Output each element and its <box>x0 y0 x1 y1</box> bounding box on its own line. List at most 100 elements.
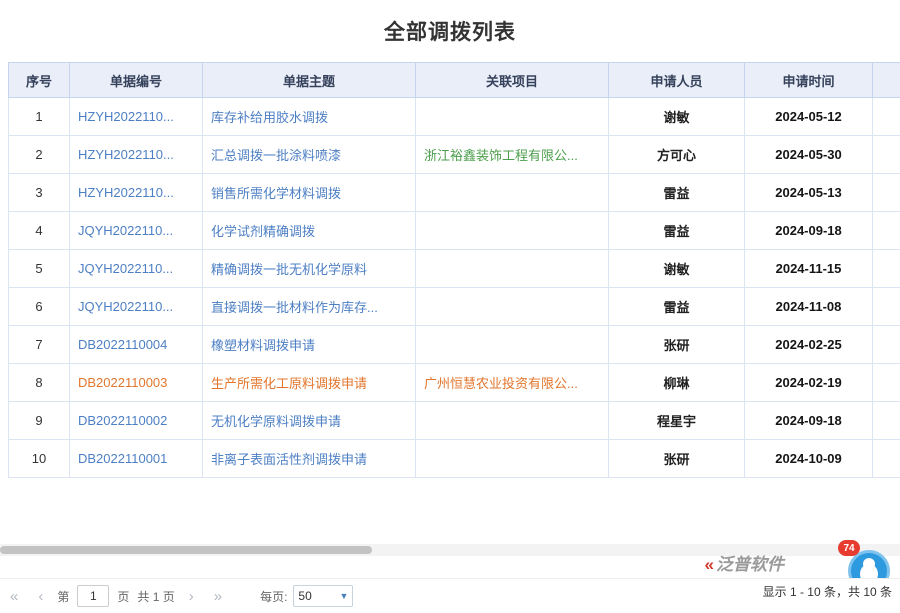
subject-link[interactable]: 库存补给用胶水调拨 <box>211 110 328 125</box>
last-page-button[interactable]: » <box>214 589 222 604</box>
code-link[interactable]: HZYH2022110... <box>78 147 174 162</box>
project-link[interactable]: 广州恒慧农业投资有限公... <box>424 376 578 391</box>
project-cell <box>416 250 609 288</box>
column-header-no[interactable]: 序号 <box>9 63 70 98</box>
project-link[interactable]: 浙江裕鑫装饰工程有限公... <box>424 148 578 163</box>
table-row: 1HZYH2022110...库存补给用胶水调拨谢敏2024-05-12谢敏 <box>9 98 900 136</box>
no-cell: 4 <box>9 212 70 250</box>
project-cell <box>416 402 609 440</box>
per-page-value: 50 <box>298 589 311 603</box>
subject-link[interactable]: 汇总调拨一批涂料喷漆 <box>211 148 341 163</box>
subject-link[interactable]: 化学试剂精确调拨 <box>211 224 315 239</box>
subject-link[interactable]: 销售所需化学材料调拨 <box>211 186 341 201</box>
subject-cell: 橡塑材料调拨申请 <box>203 326 416 364</box>
applicant-cell: 张研 <box>609 440 745 478</box>
transfer-table: 序号单据编号单据主题关联项目申请人员申请时间审核人员 1HZYH2022110.… <box>8 62 900 478</box>
page-title: 全部调拨列表 <box>0 0 900 58</box>
applicant-cell: 雷益 <box>609 174 745 212</box>
auditor-cell: 胡建 <box>873 440 900 478</box>
subject-cell: 非离子表面活性剂调拨申请 <box>203 440 416 478</box>
code-link[interactable]: DB2022110003 <box>78 375 167 390</box>
apply_time-cell: 2024-05-12 <box>745 98 873 136</box>
subject-cell: 精确调拨一批无机化学原料 <box>203 250 416 288</box>
subject-link[interactable]: 直接调拨一批材料作为库存... <box>211 300 378 315</box>
column-header-code[interactable]: 单据编号 <box>70 63 203 98</box>
prev-page-button[interactable]: ‹ <box>38 589 43 604</box>
pagination-bar: « ‹ 第 页 共 1 页 › » 每页: 50 ▼ 显示 1 - 10 条，共… <box>0 578 900 613</box>
project-cell <box>416 174 609 212</box>
subject-link[interactable]: 橡塑材料调拨申请 <box>211 338 315 353</box>
code-cell: HZYH2022110... <box>70 98 203 136</box>
fanpu-brand-text: 泛普软件 <box>716 555 784 574</box>
apply_time-cell: 2024-02-19 <box>745 364 873 402</box>
auditor-cell: 雷益 <box>873 212 900 250</box>
column-header-project[interactable]: 关联项目 <box>416 63 609 98</box>
applicant-cell: 程星宇 <box>609 402 745 440</box>
table-row: 5JQYH2022110...精确调拨一批无机化学原料谢敏2024-11-15谢… <box>9 250 900 288</box>
code-cell: JQYH2022110... <box>70 212 203 250</box>
code-link[interactable]: HZYH2022110... <box>78 185 174 200</box>
per-page-label: 每页: <box>260 588 287 605</box>
no-cell: 6 <box>9 288 70 326</box>
code-cell: HZYH2022110... <box>70 174 203 212</box>
apply_time-cell: 2024-09-18 <box>745 212 873 250</box>
table-row: 8DB2022110003生产所需化工原料调拨申请广州恒慧农业投资有限公...柳… <box>9 364 900 402</box>
page-label-before: 第 <box>57 588 69 605</box>
subject-link[interactable]: 无机化学原料调拨申请 <box>211 414 341 429</box>
code-link[interactable]: DB2022110001 <box>78 451 167 466</box>
total-pages-label: 共 1 页 <box>137 588 174 605</box>
applicant-cell: 方可心 <box>609 136 745 174</box>
subject-cell: 直接调拨一批材料作为库存... <box>203 288 416 326</box>
code-link[interactable]: DB2022110002 <box>78 413 167 428</box>
no-cell: 3 <box>9 174 70 212</box>
table-row: 7DB2022110004橡塑材料调拨申请张研2024-02-25胡建 <box>9 326 900 364</box>
column-header-apply_time[interactable]: 申请时间 <box>745 63 873 98</box>
code-link[interactable]: JQYH2022110... <box>78 261 173 276</box>
code-cell: JQYH2022110... <box>70 288 203 326</box>
auditor-cell: 胡建 <box>873 364 900 402</box>
subject-link[interactable]: 生产所需化工原料调拨申请 <box>211 376 367 391</box>
next-page-button[interactable]: › <box>189 589 194 604</box>
table-row: 3 HZYH2022110... 销售所需化学材料调拨 雷益2024-05-13雷益 <box>9 174 900 212</box>
project-cell: 广州恒慧农业投资有限公... <box>416 364 609 402</box>
no-cell: 9 <box>9 402 70 440</box>
record-summary: 显示 1 - 10 条，共 10 条 <box>763 583 892 600</box>
code-link[interactable]: HZYH2022110... <box>78 109 174 124</box>
project-cell <box>416 212 609 250</box>
project-cell <box>416 326 609 364</box>
column-header-applicant[interactable]: 申请人员 <box>609 63 745 98</box>
column-header-auditor[interactable]: 审核人员 <box>873 63 900 98</box>
subject-cell: 化学试剂精确调拨 <box>203 212 416 250</box>
table-row: 2HZYH2022110...汇总调拨一批涂料喷漆浙江裕鑫装饰工程有限公...方… <box>9 136 900 174</box>
first-page-button[interactable]: « <box>10 589 18 604</box>
subject-cell: 销售所需化学材料调拨 <box>203 174 416 212</box>
horizontal-scrollbar[interactable] <box>0 544 900 556</box>
page-input[interactable] <box>77 585 109 607</box>
auditor-cell: 雷益 <box>873 174 900 212</box>
table-row: 4JQYH2022110...化学试剂精确调拨雷益2024-09-18雷益 <box>9 212 900 250</box>
code-link[interactable]: DB2022110004 <box>78 337 167 352</box>
code-cell: DB2022110003 <box>70 364 203 402</box>
table-row: 6 JQYH2022110... 直接调拨一批材料作为库存... 雷益2024-11-… <box>9 288 900 326</box>
fanpu-logo-icon: « <box>705 555 714 574</box>
code-cell: DB2022110001 <box>70 440 203 478</box>
code-link[interactable]: JQYH2022110... <box>78 223 173 238</box>
subject-cell: 无机化学原料调拨申请 <box>203 402 416 440</box>
code-cell: DB2022110002 <box>70 402 203 440</box>
apply_time-cell: 2024-05-13 <box>745 174 873 212</box>
per-page-select[interactable]: 50 ▼ <box>293 585 353 607</box>
apply_time-cell: 2024-11-08 <box>745 288 873 326</box>
no-cell: 5 <box>9 250 70 288</box>
table-header-row: 序号单据编号单据主题关联项目申请人员申请时间审核人员 <box>9 63 900 98</box>
subject-link[interactable]: 精确调拨一批无机化学原料 <box>211 262 367 277</box>
code-link[interactable]: JQYH2022110... <box>78 299 173 314</box>
applicant-cell: 谢敏 <box>609 98 745 136</box>
subject-cell: 汇总调拨一批涂料喷漆 <box>203 136 416 174</box>
horizontal-scrollbar-thumb[interactable] <box>0 546 372 554</box>
subject-link[interactable]: 非离子表面活性剂调拨申请 <box>211 452 367 467</box>
project-cell: 浙江裕鑫装饰工程有限公... <box>416 136 609 174</box>
project-cell <box>416 288 609 326</box>
auditor-cell: 雷益 <box>873 288 900 326</box>
column-header-subject[interactable]: 单据主题 <box>203 63 416 98</box>
applicant-cell: 张研 <box>609 326 745 364</box>
